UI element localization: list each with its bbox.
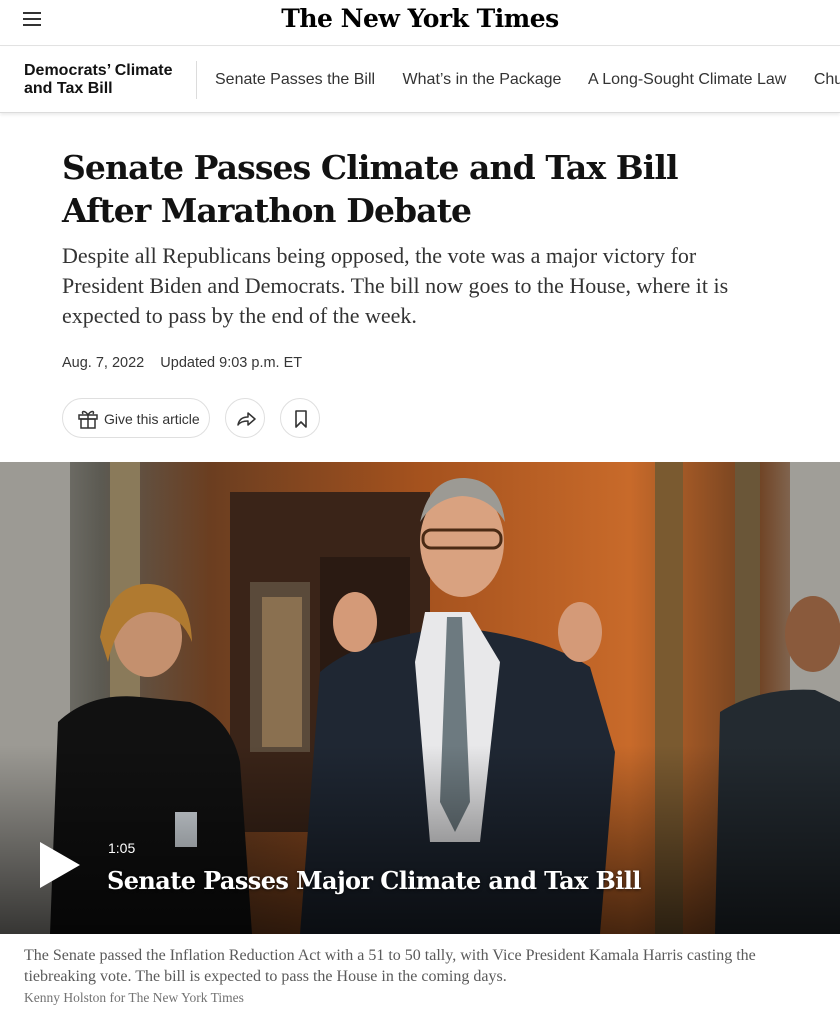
gift-article-label: Give this article [104, 411, 200, 427]
subnav-links: Senate Passes the Bill What’s in the Pac… [215, 71, 840, 89]
publish-date: Aug. 7, 2022 [62, 355, 145, 371]
media-caption: The Senate passed the Inflation Reductio… [24, 947, 756, 985]
article-summary: Despite all Republicans being opposed, t… [62, 243, 729, 328]
save-button[interactable] [280, 398, 320, 438]
play-icon[interactable] [38, 840, 82, 890]
subnav-link-climate-law[interactable]: A Long-Sought Climate Law [588, 71, 786, 88]
subnav-section-title[interactable]: Democrats’ Climate and Tax Bill [24, 62, 189, 98]
gift-icon [78, 410, 98, 429]
masthead: The New York Times [0, 0, 840, 46]
share-button[interactable] [225, 398, 265, 438]
video-title[interactable]: Senate Passes Major Climate and Tax Bill [107, 866, 641, 895]
subnav-link-chuck[interactable]: Chuck [814, 71, 840, 88]
article-headline: Senate Passes Climate and Tax Bill After… [62, 148, 679, 230]
subnav-link-package[interactable]: What’s in the Package [403, 71, 562, 88]
updated-time: Updated 9:03 p.m. ET [160, 355, 303, 371]
subnav-link-senate-passes[interactable]: Senate Passes the Bill [215, 71, 375, 88]
video-player[interactable] [0, 462, 840, 934]
subnav-divider [196, 61, 197, 99]
nyt-logo[interactable]: The New York Times [0, 4, 840, 33]
video-still-image [0, 462, 840, 934]
photo-credit: Kenny Holston for The New York Times [24, 990, 244, 1005]
video-duration: 1:05 [108, 840, 136, 856]
story-subnav: Democrats’ Climate and Tax Bill Senate P… [0, 47, 840, 113]
article-dateline: Aug. 7, 2022 Updated 9:03 p.m. ET [62, 355, 314, 371]
share-icon [237, 412, 256, 426]
gift-article-button[interactable]: Give this article [62, 398, 210, 438]
bookmark-icon [295, 410, 307, 428]
